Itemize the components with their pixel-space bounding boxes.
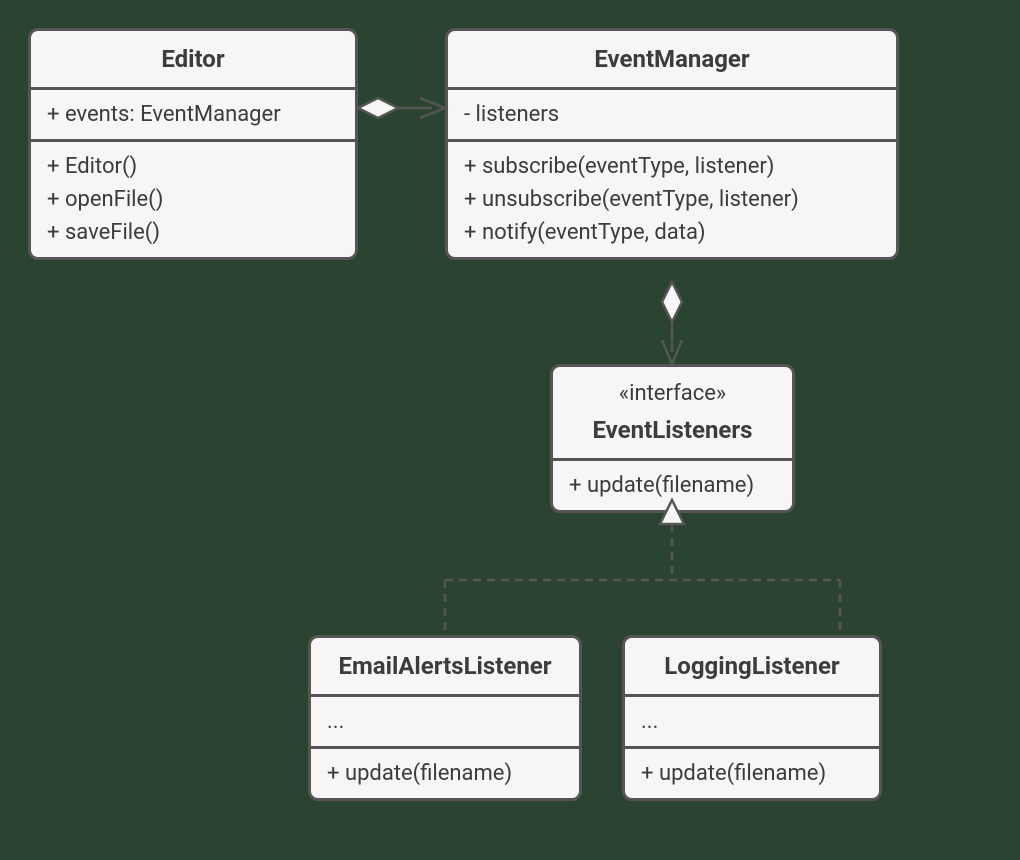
method-row: + unsubscribe(eventType, listener) [464, 183, 880, 216]
method-row: + openFile() [47, 183, 339, 216]
realization-eventlisteners-subclasses [445, 500, 840, 635]
class-emailalerts-attrs: ... [311, 697, 579, 749]
class-eventmanager-methods: + subscribe(eventType, listener) + unsub… [448, 142, 896, 257]
method-row: + update(filename) [569, 469, 776, 502]
method-row: + saveFile() [47, 216, 339, 249]
class-eventmanager: EventManager - listeners + subscribe(eve… [445, 28, 899, 260]
class-eventmanager-title: EventManager [448, 31, 896, 90]
class-editor-title: Editor [31, 31, 355, 90]
aggregation-eventmanager-eventlisteners [662, 282, 682, 364]
class-editor-methods: + Editor() + openFile() + saveFile() [31, 142, 355, 257]
stereotype-label: «interface» [569, 377, 776, 410]
class-logging-attrs: ... [625, 697, 879, 749]
method-row: + subscribe(eventType, listener) [464, 150, 880, 183]
class-editor-attrs: + events: EventManager [31, 90, 355, 142]
class-editor: Editor + events: EventManager + Editor()… [28, 28, 358, 260]
method-row: + Editor() [47, 150, 339, 183]
class-emailalerts-methods: + update(filename) [311, 749, 579, 798]
class-eventlisteners: «interface» EventListeners + update(file… [550, 364, 795, 513]
method-row: + update(filename) [327, 757, 563, 790]
attr-row: + events: EventManager [47, 98, 339, 131]
attr-row: ... [641, 705, 863, 738]
class-name: EventListeners [592, 416, 752, 444]
aggregation-editor-eventmanager [358, 98, 445, 118]
class-emailalerts: EmailAlertsListener ... + update(filenam… [308, 635, 582, 801]
method-row: + update(filename) [641, 757, 863, 790]
class-eventmanager-attrs: - listeners [448, 90, 896, 142]
attr-row: - listeners [464, 98, 880, 131]
class-eventlisteners-methods: + update(filename) [553, 461, 792, 510]
method-row: + notify(eventType, data) [464, 216, 880, 249]
attr-row: ... [327, 705, 563, 738]
class-logging-methods: + update(filename) [625, 749, 879, 798]
class-logging-title: LoggingListener [625, 638, 879, 697]
class-eventlisteners-title: «interface» EventListeners [553, 367, 792, 461]
class-logging: LoggingListener ... + update(filename) [622, 635, 882, 801]
class-emailalerts-title: EmailAlertsListener [311, 638, 579, 697]
